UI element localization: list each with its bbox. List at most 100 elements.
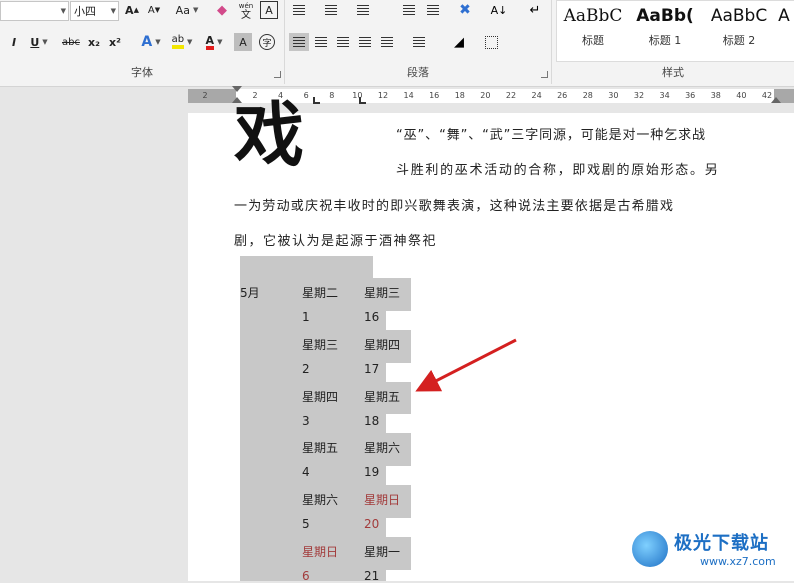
watermark-url: www.xz7.com: [700, 555, 776, 568]
align-center-button[interactable]: [311, 33, 331, 51]
ruler-tick: 24: [531, 91, 542, 100]
ruler-tick: 16: [429, 91, 440, 100]
align-left-button[interactable]: [289, 33, 309, 51]
calendar-cell: 18: [364, 413, 380, 428]
numbering-icon[interactable]: [321, 1, 341, 19]
decrease-indent-icon[interactable]: [399, 1, 419, 19]
sort-icon[interactable]: A↓: [489, 1, 509, 19]
ruler-tick: 12: [377, 91, 389, 100]
ribbon: ▼ 小四 ▼ A ▲ A ▼ Aa ▼ ◆ wén 文 A I U ▼ abc x₂ x²…: [0, 0, 794, 87]
ruler-tick: 8: [329, 91, 335, 100]
calendar-cell: 星期一: [364, 545, 401, 559]
enclose-characters-button[interactable]: 字: [258, 33, 276, 51]
chinese-layout-icon[interactable]: ✖: [455, 1, 475, 19]
calendar-cell: 5: [302, 517, 310, 532]
ruler-tick: 26: [557, 91, 568, 100]
ruler-tick: 36: [685, 91, 696, 100]
calendar-cell: 20: [364, 517, 380, 532]
justify-button[interactable]: [355, 33, 375, 51]
font-name-combobox[interactable]: ▼: [0, 1, 69, 21]
calendar-cell: 星期三: [364, 286, 401, 300]
paragraph-group-label: 段落: [407, 66, 429, 79]
tab-stop-right[interactable]: [359, 97, 366, 104]
body-line-3: 一为劳动或庆祝丰收时的即兴歌舞表演，这种说法主要依据是古希腊戏: [234, 199, 675, 214]
ruler-tick: 6: [303, 91, 309, 100]
text-effect-button[interactable]: A ▼: [136, 33, 166, 51]
ruler-tick: 40: [736, 91, 747, 100]
style-title[interactable]: AaBbC 标题: [558, 2, 628, 58]
month-label: 5月: [240, 286, 260, 300]
body-line-2: 斗胜利的巫术活动的合称，即戏剧的原始形态。另: [396, 163, 720, 178]
highlight-button[interactable]: ab ▼: [168, 33, 196, 51]
font-color-button[interactable]: A ▼: [200, 33, 228, 51]
calendar-cell: 星期日: [302, 545, 339, 559]
bullets-icon[interactable]: [289, 1, 309, 19]
font-size-combobox[interactable]: 小四 ▼: [70, 1, 119, 21]
large-character: 戏: [234, 93, 304, 176]
character-shading-button[interactable]: A: [234, 33, 252, 51]
show-marks-icon[interactable]: ↵: [525, 1, 545, 19]
calendar-cell: 2: [302, 361, 310, 376]
strikethrough-button[interactable]: abc: [58, 33, 84, 51]
calendar-cell: 星期六: [302, 493, 339, 508]
table-shade-top: [240, 256, 373, 278]
ruler-tick: 38: [710, 91, 721, 100]
character-border-button[interactable]: A: [260, 1, 278, 19]
paragraph-dialog-launcher-icon[interactable]: [541, 71, 548, 78]
shading-bucket-icon[interactable]: ◢: [449, 33, 469, 51]
calendar-cell: 星期三: [302, 337, 339, 352]
ruler-tick: 32: [633, 91, 645, 100]
increase-indent-icon[interactable]: [423, 1, 443, 19]
line-spacing-icon[interactable]: [409, 33, 429, 51]
calendar-cell: 3: [302, 413, 310, 428]
grow-font-button[interactable]: A ▲: [122, 1, 142, 19]
calendar-cell: 星期四: [302, 389, 339, 404]
calendar-cell: 星期二: [302, 286, 339, 300]
styles-group-label: 样式: [662, 66, 684, 79]
paragraph-group: ✖ A↓ ↵ ◢ 段落: [285, 0, 552, 84]
body-line-1: “巫”、“舞”、“武”三字同源，可能是对一种乞求战: [396, 128, 706, 143]
underline-button[interactable]: U ▼: [24, 33, 54, 51]
body-line-4: 剧，它被认为是起源于酒神祭祀: [234, 234, 438, 249]
red-arrow-icon: [415, 338, 517, 392]
change-case-button[interactable]: Aa ▼: [172, 1, 202, 19]
calendar-cell: 星期五: [302, 441, 339, 456]
ruler-tick: 2: [202, 91, 208, 100]
font-group: ▼ 小四 ▼ A ▲ A ▼ Aa ▼ ◆ wén 文 A I U ▼ abc x₂ x²…: [0, 0, 285, 84]
ruler-tick: 14: [403, 91, 414, 100]
ruler-tick: 20: [480, 91, 491, 100]
ruler-tick: 30: [608, 91, 619, 100]
first-line-indent-marker[interactable]: [232, 86, 242, 92]
ruler-tick: 22: [505, 91, 517, 100]
shrink-font-button[interactable]: A ▼: [144, 1, 164, 19]
phonetic-guide-button[interactable]: wén 文: [236, 0, 256, 22]
calendar-cell: 16: [364, 309, 380, 324]
calendar-cell: 星期日: [364, 493, 401, 508]
ruler-tick: 18: [454, 91, 465, 100]
style-more[interactable]: A: [774, 2, 794, 58]
styles-group: AaBbC 标题 AaBb( 标题 1 AaBbC 标题 2 A 样式: [552, 0, 794, 84]
clear-formatting-icon[interactable]: ◆: [212, 1, 232, 19]
font-size-value: 小四: [74, 5, 96, 18]
superscript-button[interactable]: x²: [104, 33, 126, 51]
borders-icon[interactable]: [481, 33, 501, 51]
multilevel-list-icon[interactable]: [353, 1, 373, 19]
calendar-cell: 4: [302, 465, 310, 480]
watermark-title: 极光下载站: [674, 533, 769, 554]
italic-button[interactable]: I: [3, 33, 25, 51]
distributed-button[interactable]: [377, 33, 397, 51]
font-dialog-launcher-icon[interactable]: [274, 71, 281, 78]
right-indent-marker[interactable]: [771, 97, 781, 103]
subscript-button[interactable]: x₂: [83, 33, 105, 51]
calendar-cell: 17: [364, 361, 380, 376]
tab-stop-left[interactable]: [313, 97, 320, 104]
calendar-cell: 1: [302, 309, 310, 324]
calendar-cell: 19: [364, 465, 380, 480]
style-heading-1[interactable]: AaBb( 标题 1: [630, 2, 700, 58]
calendar-cell: 星期五: [364, 389, 401, 404]
calendar-cell: 星期六: [364, 441, 401, 456]
font-group-label: 字体: [131, 66, 153, 79]
site-watermark: 极光下载站 www.xz7.com: [628, 525, 788, 575]
align-right-button[interactable]: [333, 33, 353, 51]
style-heading-2[interactable]: AaBbC 标题 2: [704, 2, 774, 58]
